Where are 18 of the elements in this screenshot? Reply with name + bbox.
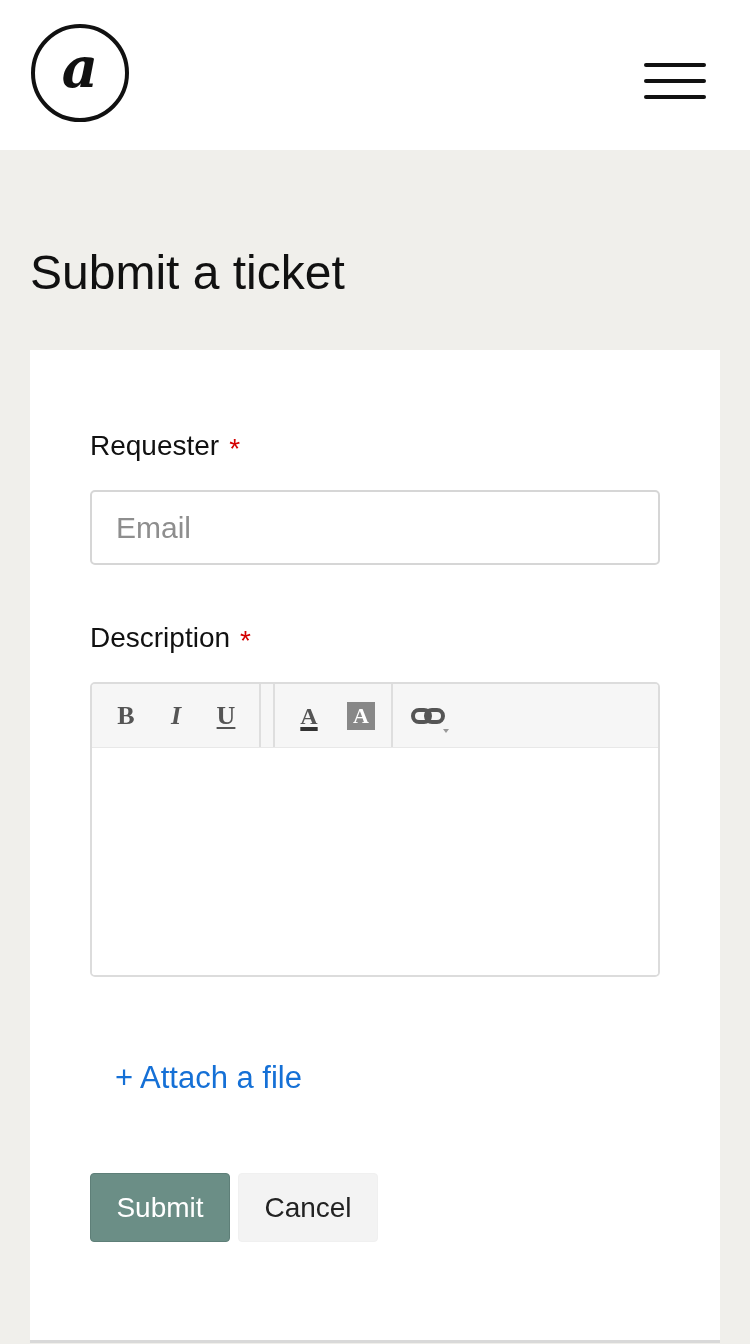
submit-button[interactable]: Submit — [90, 1173, 230, 1242]
background-color-button[interactable]: A — [347, 701, 375, 730]
page-title: Submit a ticket — [30, 245, 346, 301]
menu-icon[interactable] — [644, 63, 706, 101]
field-label: Requester — [90, 429, 220, 463]
attach-file-link[interactable]: + Attach a file — [115, 1060, 302, 1095]
cancel-button[interactable]: Cancel — [238, 1173, 378, 1242]
link-icon — [411, 706, 445, 725]
caret-icon — [443, 728, 449, 733]
text-color-button[interactable]: A — [283, 695, 335, 736]
logo[interactable]: a — [31, 24, 129, 122]
bold-button[interactable]: B — [101, 695, 151, 736]
required-asterisk: * — [229, 432, 241, 466]
underline-button[interactable]: U — [201, 695, 251, 736]
italic-button[interactable]: I — [151, 695, 201, 736]
required-asterisk: * — [240, 624, 251, 658]
field-label: Description — [90, 621, 231, 655]
email-field[interactable]: Email — [90, 490, 660, 565]
